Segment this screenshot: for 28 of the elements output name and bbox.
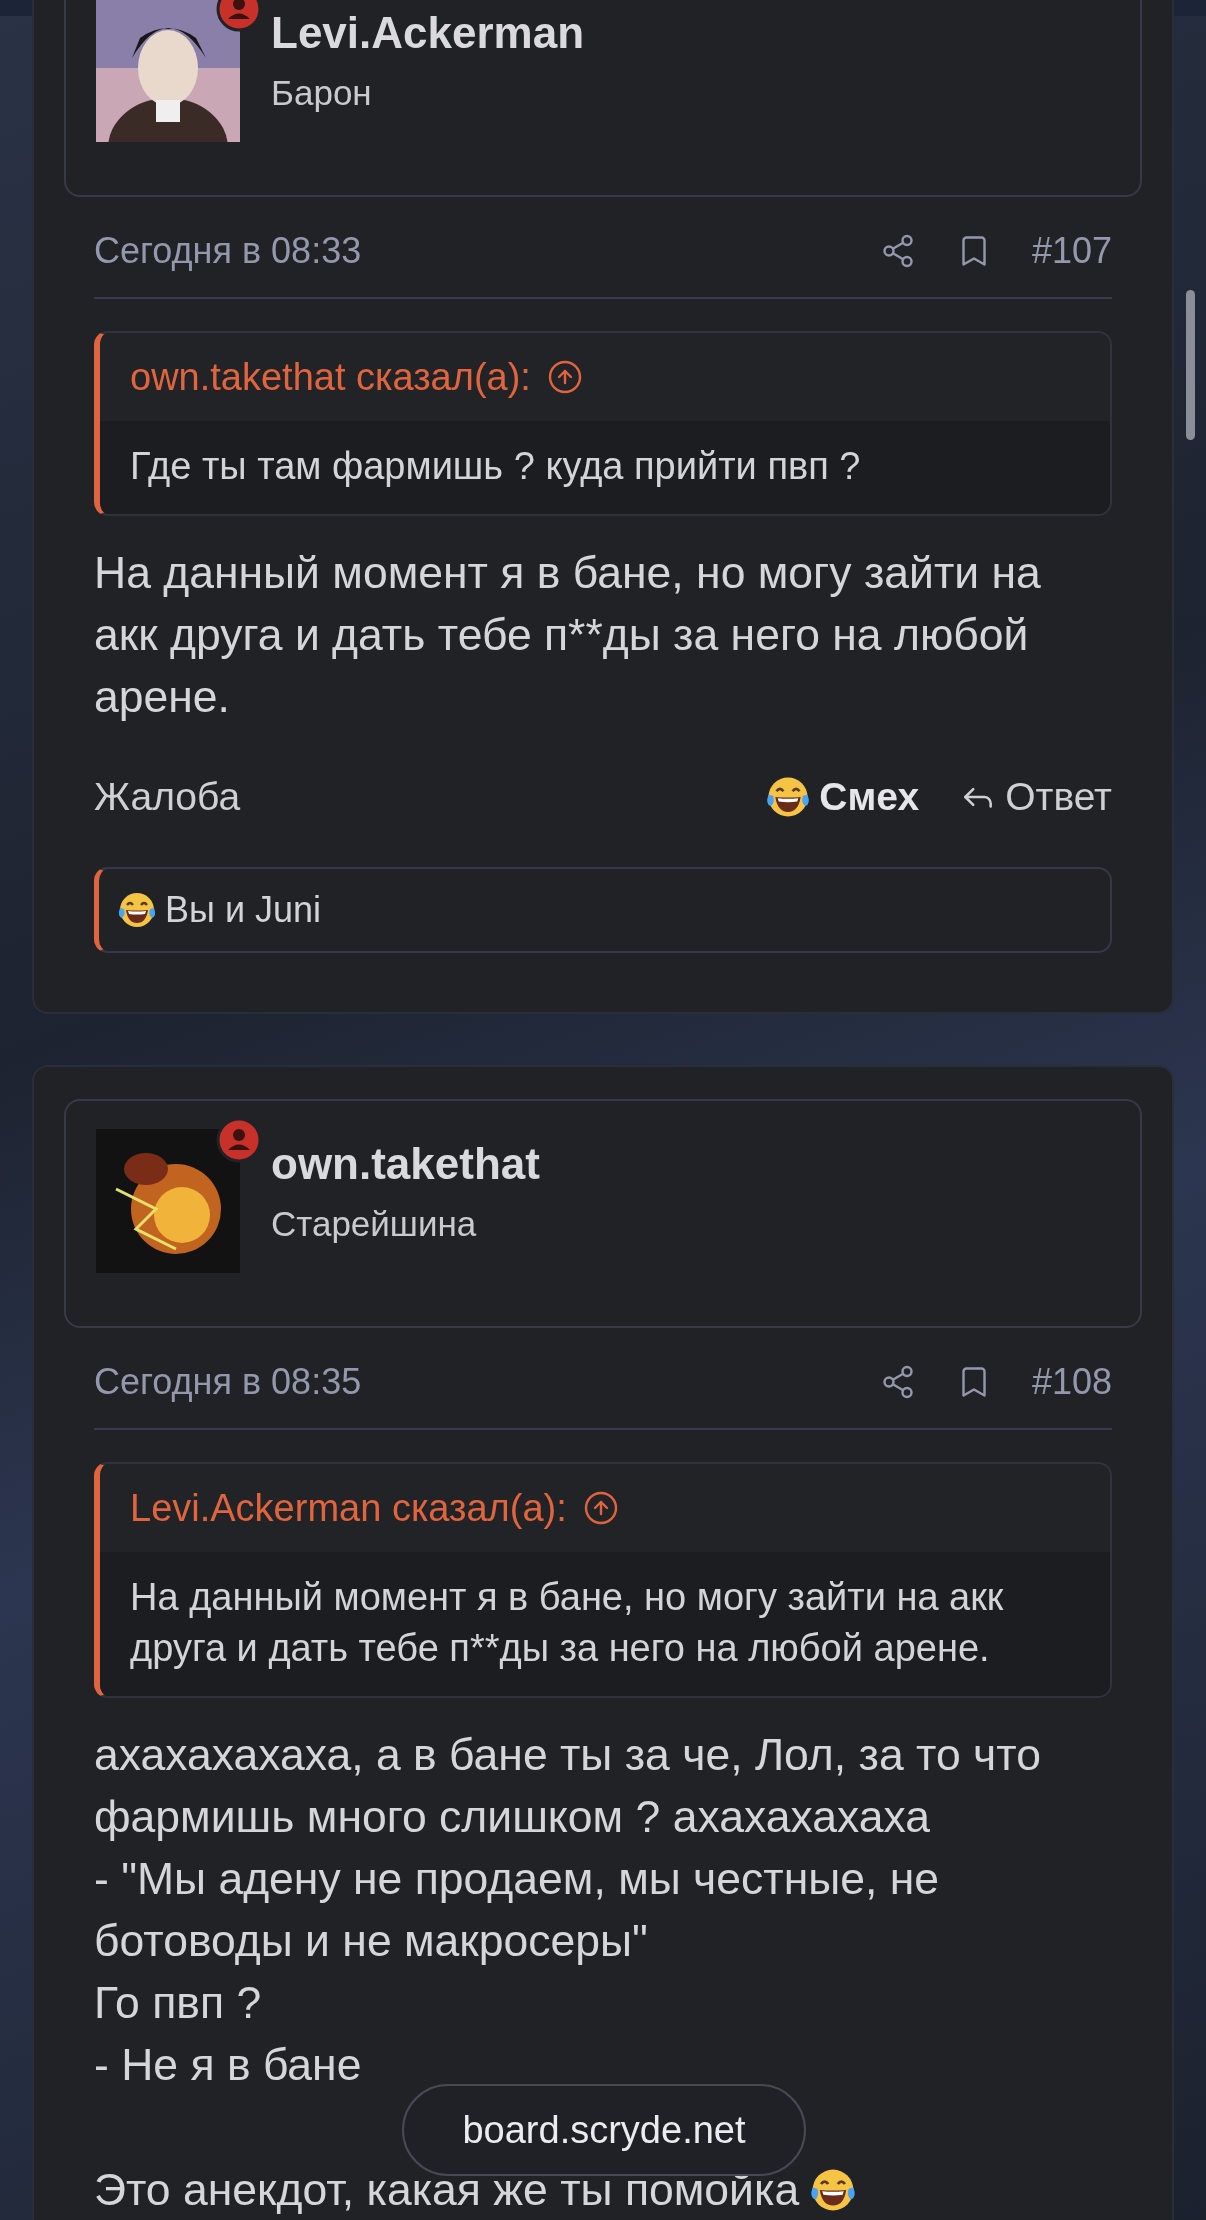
- post-text: На данный момент я в бане, но могу зайти на акк друга и дать тебе п**ды за него на любой арене.: [94, 547, 1042, 723]
- reaction-button[interactable]: Смех: [765, 774, 920, 820]
- post-number-link[interactable]: #107: [1031, 231, 1112, 271]
- laughing-face-icon: [117, 890, 157, 930]
- post-text: Го пвп ?: [94, 1977, 262, 2029]
- user-badge-icon: [216, 1117, 262, 1163]
- post-text: - "Мы адену не продаем, мы честные, не ботоводы и не макросеры": [94, 1853, 940, 1967]
- arrow-up-circle-icon[interactable]: [582, 1490, 619, 1526]
- post-time: Сегодня в 08:35: [94, 1362, 363, 1402]
- reactions-link[interactable]: Вы и Juni: [165, 889, 322, 931]
- username: Levi.Ackerman: [271, 10, 585, 56]
- report-link[interactable]: Жалоба: [94, 775, 241, 819]
- arrow-up-circle-icon[interactable]: [546, 359, 583, 395]
- user-title: Барон: [271, 74, 373, 112]
- post-text: - Не я в бане: [94, 2039, 362, 2091]
- scrollbar[interactable]: [1186, 290, 1195, 440]
- quote-author-link[interactable]: Levi.Ackerman сказал(а):: [130, 1486, 567, 1530]
- username: own.takethat: [271, 1141, 540, 1187]
- quote-text: На данный момент я в бане, но могу зайти на акк: [130, 1575, 1005, 1620]
- quote-author-link[interactable]: own.takethat сказал(а):: [130, 355, 531, 399]
- reply-button[interactable]: Ответ: [959, 775, 1112, 819]
- url-bar[interactable]: board.scryde.net: [402, 2084, 806, 2176]
- post-number-link[interactable]: #108: [1031, 1362, 1112, 1402]
- quote-text: друга и дать тебе п**ды за него на любой арене.: [130, 1626, 991, 1671]
- quote-text: Где ты там фармишь ? куда прийти пвп ?: [130, 444, 862, 489]
- post-time: Сегодня в 08:33: [94, 231, 363, 271]
- user-title: Старейшина: [271, 1205, 478, 1243]
- post-text: ахахахахаха, а в бане ты за че, Лол, за то что фармишь много слишком ? ахахахахаха: [94, 1729, 1042, 1843]
